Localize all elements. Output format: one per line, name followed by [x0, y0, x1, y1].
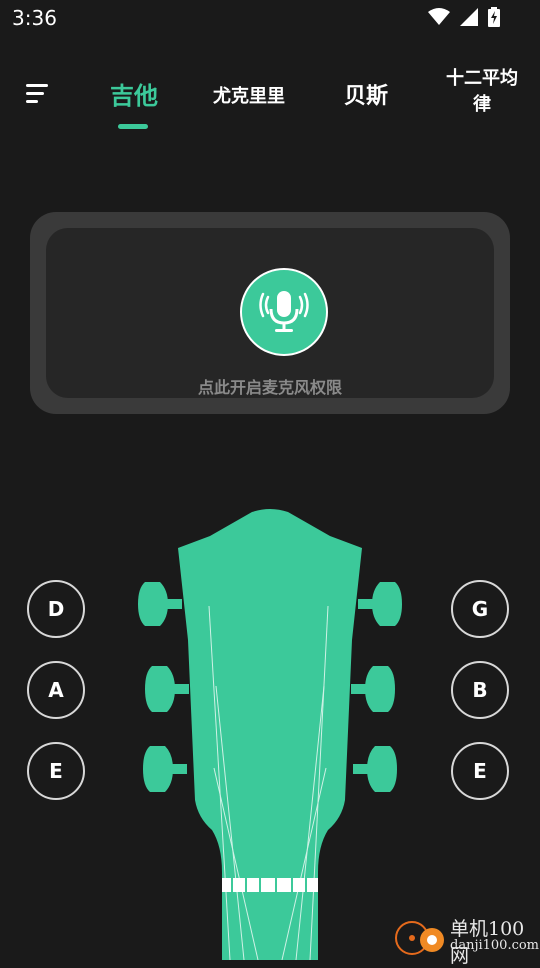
string-button-high-e[interactable]: E — [451, 742, 509, 800]
enable-microphone-button[interactable] — [240, 268, 328, 356]
watermark-logo-icon — [395, 921, 444, 955]
microphone-icon — [259, 291, 309, 332]
wifi-icon — [428, 8, 450, 25]
string-button-low-e[interactable]: E — [27, 742, 85, 800]
watermark: 单机100网 danji100.com — [392, 912, 540, 967]
tab-ukulele[interactable]: 尤克里里 — [208, 82, 290, 108]
headstock-body — [178, 509, 362, 960]
tuner-display-inner: 点此开启麦克风权限 — [46, 228, 494, 398]
instrument-tab-bar: 吉他 尤克里里 贝斯 十二平均律 — [0, 60, 540, 140]
battery-charging-icon — [488, 7, 500, 27]
guitar-headstock — [0, 500, 540, 961]
menu-icon — [26, 84, 48, 103]
string-button-a[interactable]: A — [27, 661, 85, 719]
microphone-permission-label[interactable]: 点此开启麦克风权限 — [46, 374, 494, 398]
string-button-b[interactable]: B — [451, 661, 509, 719]
tuning-pegs-left — [138, 582, 189, 792]
status-bar: 3:36 — [0, 0, 540, 36]
tab-guitar[interactable]: 吉他 — [106, 76, 162, 111]
headstock-illustration — [138, 509, 402, 961]
active-tab-indicator — [118, 124, 148, 129]
signal-icon — [460, 8, 478, 26]
tuner-display-panel: 点此开启麦克风权限 — [30, 212, 510, 414]
menu-button[interactable] — [22, 80, 54, 108]
string-button-g[interactable]: G — [451, 580, 509, 638]
tab-bass[interactable]: 贝斯 — [338, 78, 394, 110]
guitar-nut — [222, 878, 318, 892]
string-button-d[interactable]: D — [27, 580, 85, 638]
tuning-pegs-right — [351, 582, 402, 792]
tab-twelve-tone-equal-temperament[interactable]: 十二平均律 — [440, 66, 524, 118]
status-time: 3:36 — [12, 6, 57, 30]
watermark-url: danji100.com — [450, 938, 540, 953]
status-icons — [428, 7, 500, 27]
